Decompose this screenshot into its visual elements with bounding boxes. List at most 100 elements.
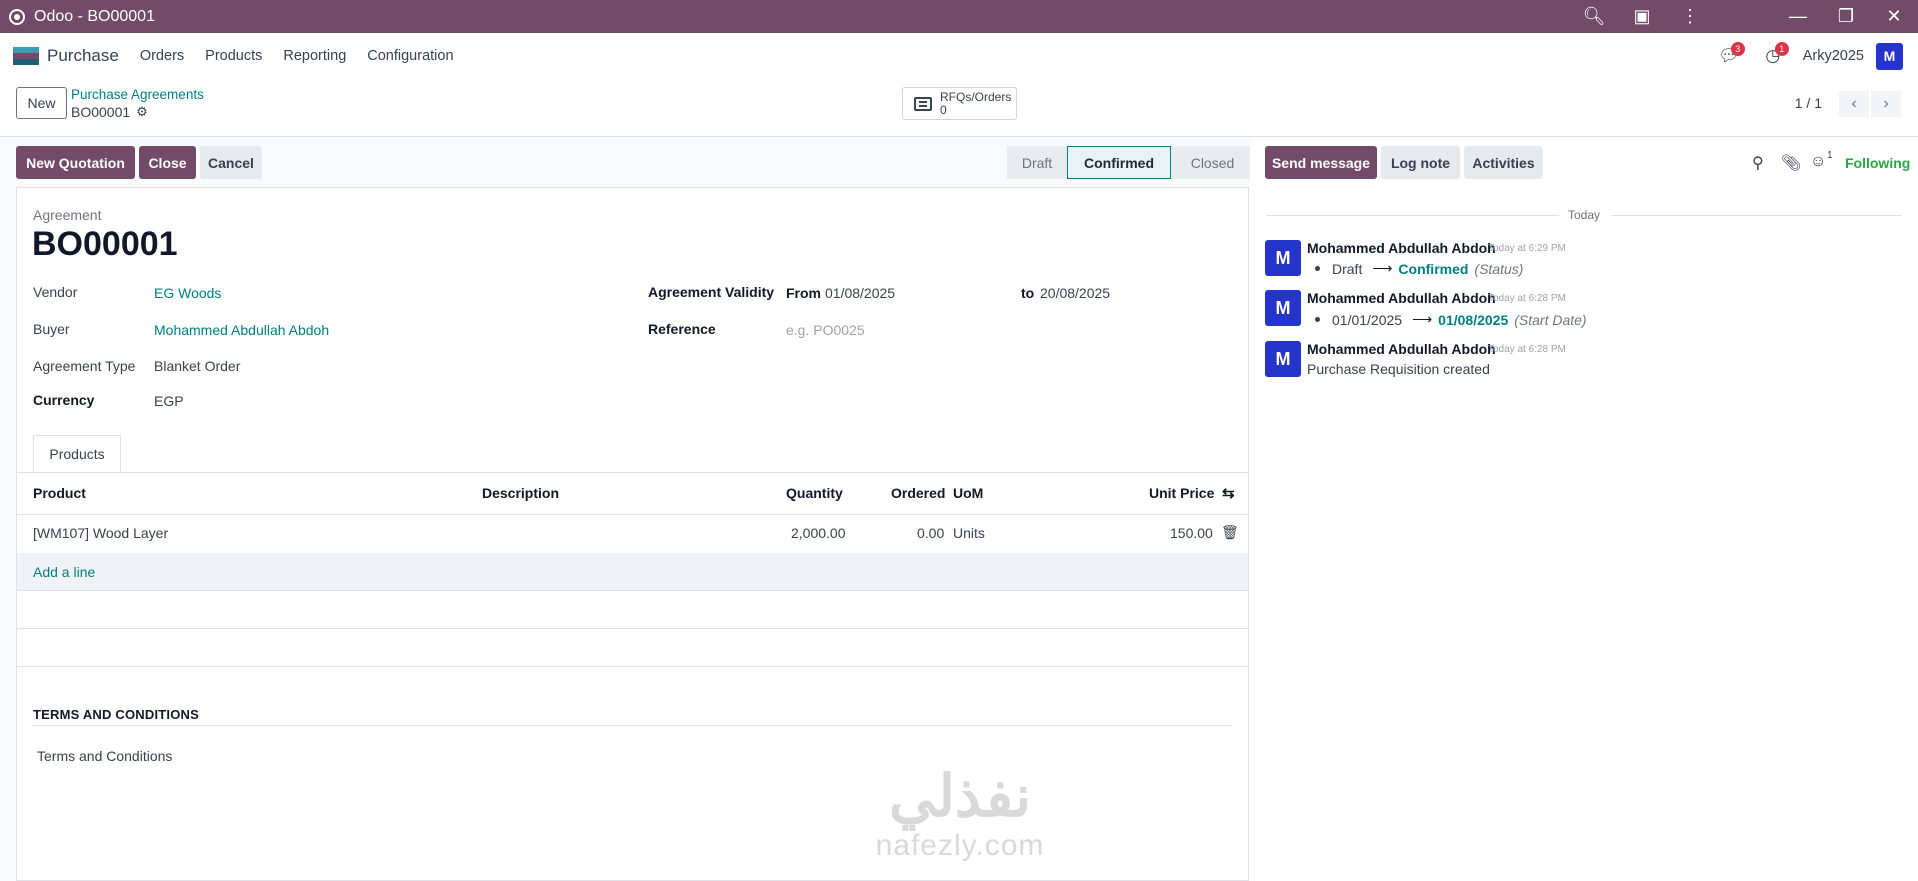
row-quantity[interactable]: 2,000.00 (791, 525, 846, 541)
vendor-field[interactable]: EG Woods (154, 285, 221, 301)
column-ordered[interactable]: Ordered (891, 485, 945, 501)
stage-draft[interactable]: Draft (1007, 146, 1067, 179)
message-author[interactable]: Mohammed Abdullah Abdoh (1307, 240, 1496, 256)
watermark-latin: nafezly.com (875, 829, 1045, 862)
optional-columns-icon[interactable]: ⇆ (1222, 484, 1235, 502)
terms-heading: TERMS AND CONDITIONS (33, 707, 200, 722)
control-panel: New Purchase Agreements BO00001 ⚙ RFQs/O… (0, 79, 1918, 137)
currency-field[interactable]: EGP (154, 393, 184, 409)
more-options-icon[interactable]: ⋮ (1666, 0, 1714, 33)
minimize-icon[interactable]: — (1774, 0, 1822, 33)
close-agreement-button[interactable]: Close (139, 146, 196, 179)
rfqs-orders-smart-button[interactable]: RFQs/Orders 0 (902, 87, 1017, 120)
user-company-name[interactable]: Arky2025 (1803, 48, 1864, 64)
menu-orders[interactable]: Orders (140, 48, 184, 64)
end-date-field[interactable]: 20/08/2025 (1040, 285, 1110, 301)
activities-badge: 1 (1774, 42, 1789, 56)
tracking-old-value: 01/01/2025 (1332, 311, 1403, 328)
arrow-right-icon: ⟶ (1372, 260, 1393, 276)
purchase-app-icon[interactable] (13, 47, 39, 65)
app-name[interactable]: Purchase (47, 46, 119, 66)
followers-count: 1 (1827, 150, 1833, 161)
window-title: Odoo - BO00001 (34, 7, 155, 25)
user-avatar[interactable]: M (1876, 42, 1903, 70)
add-a-line-link[interactable]: Add a line (33, 564, 95, 580)
log-note-button[interactable]: Log note (1381, 146, 1460, 179)
tracking-line: 01/01/2025 ⟶ 01/08/2025 (Start Date) (1307, 311, 1587, 328)
from-label: From (786, 285, 821, 301)
window-titlebar: Odoo - BO00001 🔍︎ ▣ ⋮ — ❐ ✕ (0, 0, 1918, 33)
column-unit-price[interactable]: Unit Price (1149, 485, 1214, 501)
breadcrumb-current-label: BO00001 (71, 104, 131, 120)
new-quotation-button[interactable]: New Quotation (16, 146, 135, 179)
buyer-field[interactable]: Mohammed Abdullah Abdoh (154, 322, 329, 338)
column-description[interactable]: Description (482, 485, 559, 501)
reference-field[interactable]: e.g. PO0025 (786, 322, 865, 338)
message-author[interactable]: Mohammed Abdullah Abdoh (1307, 290, 1496, 306)
followers-icon[interactable]: ☺ (1810, 153, 1826, 171)
rfq-document-icon (914, 96, 932, 111)
menu-products[interactable]: Products (205, 48, 262, 64)
message-author[interactable]: Mohammed Abdullah Abdoh (1307, 341, 1496, 357)
tracking-old-value: Draft (1332, 260, 1363, 277)
messages-icon[interactable]: 💬︎ 3 (1707, 33, 1751, 79)
new-button[interactable]: New (16, 87, 67, 119)
tracking-field-name: (Start Date) (1514, 311, 1587, 328)
extensions-icon[interactable]: ▣ (1618, 0, 1666, 33)
vendor-label: Vendor (33, 284, 78, 300)
send-message-button[interactable]: Send message (1265, 146, 1377, 179)
message-avatar[interactable]: M (1265, 341, 1301, 377)
status-bar: Draft Confirmed Closed (1007, 146, 1254, 179)
column-quantity[interactable]: Quantity (786, 485, 843, 501)
gear-icon[interactable]: ⚙ (136, 104, 148, 120)
row-product[interactable]: [WM107] Wood Layer (33, 525, 168, 541)
menu-reporting[interactable]: Reporting (283, 48, 346, 64)
agreement-name: BO00001 (32, 225, 178, 263)
activities-clock-icon[interactable]: ◷ 1 (1751, 33, 1795, 79)
smart-button-count: 0 (940, 102, 947, 117)
pager-previous-icon[interactable]: ‹ (1839, 91, 1869, 117)
odoo-app-icon (9, 8, 25, 25)
buyer-label: Buyer (33, 321, 70, 337)
main-navbar: Purchase Orders Products Reporting Confi… (0, 33, 1918, 79)
row-uom[interactable]: Units (953, 525, 985, 541)
tracking-new-value: Confirmed (1398, 260, 1469, 277)
date-separator: Today (1568, 208, 1601, 222)
column-product[interactable]: Product (33, 485, 86, 501)
column-uom[interactable]: UoM (953, 485, 983, 501)
stage-confirmed[interactable]: Confirmed (1067, 146, 1171, 179)
breadcrumb-purchase-agreements[interactable]: Purchase Agreements (71, 87, 204, 102)
reference-label: Reference (648, 321, 716, 337)
messages-badge: 3 (1730, 42, 1745, 56)
smart-button-label: RFQs/Orders (940, 89, 1012, 104)
nafezly-watermark: نفذلي nafezly.com (850, 765, 1070, 863)
menu-configuration[interactable]: Configuration (367, 48, 453, 64)
following-button[interactable]: Following (1845, 155, 1910, 171)
message-time: Today at 6:28 PM (1488, 293, 1566, 304)
pager-value[interactable]: 1 / 1 (1795, 95, 1822, 111)
tracking-new-value: 01/08/2025 (1438, 311, 1509, 328)
search-messages-icon[interactable]: ⚲ (1752, 153, 1764, 173)
restore-icon[interactable]: ❐ (1822, 0, 1870, 33)
zoom-icon[interactable]: 🔍︎ (1570, 0, 1618, 33)
agreement-label: Agreement (33, 207, 102, 223)
currency-label: Currency (33, 392, 95, 408)
activities-button[interactable]: Activities (1464, 146, 1543, 179)
tab-products[interactable]: Products (33, 435, 121, 473)
message-avatar[interactable]: M (1265, 290, 1301, 326)
start-date-field[interactable]: 01/08/2025 (825, 285, 895, 301)
watermark-arabic: نفذلي (889, 764, 1031, 829)
pager-next-icon[interactable]: › (1871, 91, 1901, 117)
cancel-agreement-button[interactable]: Cancel (200, 146, 262, 179)
attachment-icon[interactable]: 📎︎ (1781, 153, 1801, 173)
delete-row-trash-icon[interactable]: 🗑︎ (1221, 524, 1239, 541)
close-window-icon[interactable]: ✕ (1870, 0, 1918, 33)
agreement-type-label: Agreement Type (33, 358, 136, 374)
agreement-type-field[interactable]: Blanket Order (154, 358, 240, 374)
terms-field[interactable]: Terms and Conditions (37, 748, 172, 764)
tracking-line: Draft ⟶ Confirmed (Status) (1307, 260, 1523, 277)
stage-closed[interactable]: Closed (1171, 146, 1254, 179)
row-unit-price[interactable]: 150.00 (1170, 525, 1213, 541)
message-avatar[interactable]: M (1265, 240, 1301, 276)
arrow-right-icon: ⟶ (1412, 311, 1433, 327)
